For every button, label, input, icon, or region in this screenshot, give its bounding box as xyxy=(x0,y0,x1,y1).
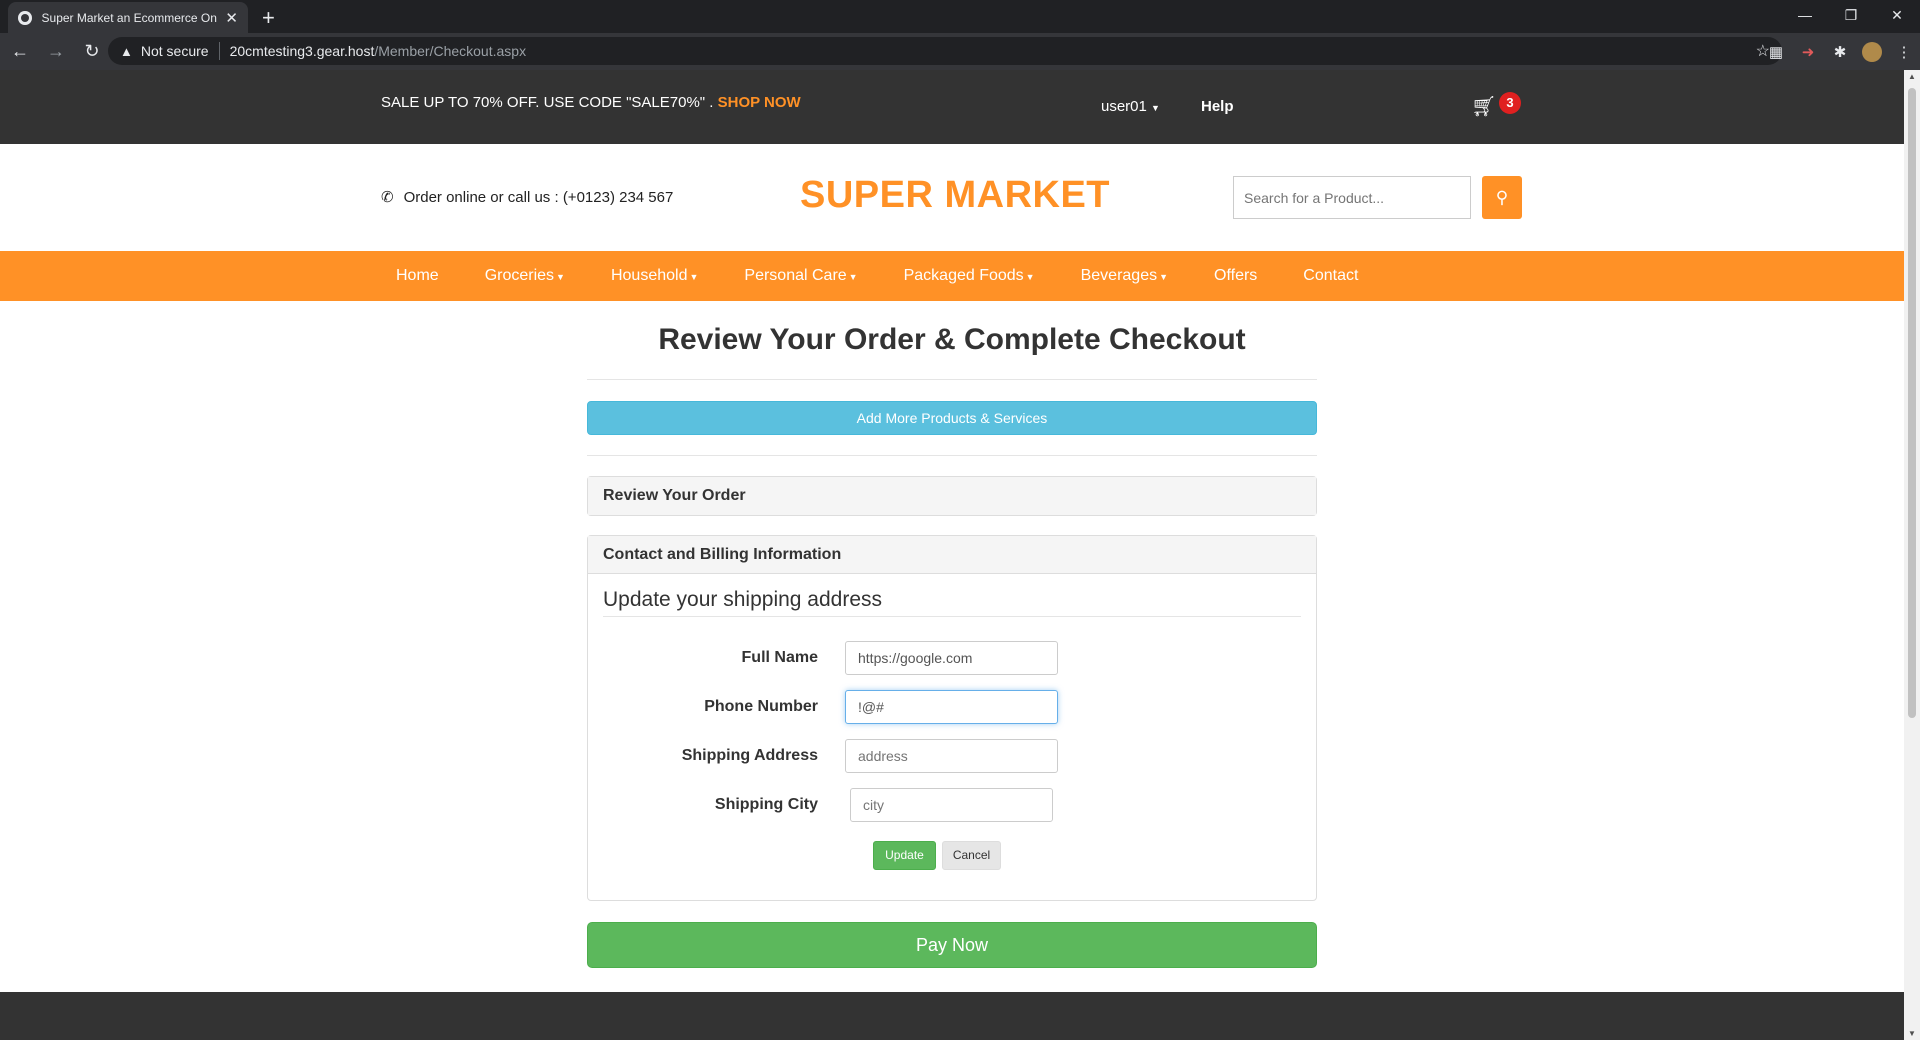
scroll-down-icon[interactable]: ▼ xyxy=(1904,1029,1920,1038)
phone-label: Phone Number xyxy=(704,698,818,715)
nav-label: Personal Care xyxy=(744,267,847,284)
nav-offers[interactable]: Offers xyxy=(1198,251,1273,301)
caret-down-icon: ▼ xyxy=(1025,272,1035,282)
sale-text: SALE UP TO 70% OFF. USE CODE "SALE70%" . xyxy=(381,94,718,111)
scroll-up-icon[interactable]: ▲ xyxy=(1904,72,1920,81)
extension-icon[interactable]: ➜ xyxy=(1792,43,1824,61)
extension-icon[interactable]: ▦ xyxy=(1760,43,1792,61)
nav-label: Offers xyxy=(1214,267,1258,284)
full-name-row: Full Name xyxy=(588,641,1318,675)
site-header: ✆ Order online or call us : (+0123) 234 5… xyxy=(0,144,1904,251)
phone-row: Phone Number xyxy=(588,690,1318,724)
page-title: Review Your Order & Complete Checkout xyxy=(658,323,1246,356)
nav-label: Groceries xyxy=(484,267,555,284)
nav-personal-care[interactable]: Personal Care ▼ xyxy=(728,251,873,301)
forward-icon[interactable]: → xyxy=(40,41,72,62)
divider xyxy=(587,379,1317,380)
url-path: /Member/Checkout.aspx xyxy=(374,43,527,59)
shipping-section-title: Update your shipping address xyxy=(603,588,1301,617)
nav-label: Packaged Foods xyxy=(903,267,1024,284)
nav-label: Beverages xyxy=(1080,267,1158,284)
cart-count-badge: 3 xyxy=(1499,92,1521,114)
extensions-area: ▦ ➜ ✱ ⋮ xyxy=(1760,33,1920,70)
scrollbar-thumb[interactable] xyxy=(1908,88,1916,718)
pay-now-button[interactable]: Pay Now xyxy=(587,922,1317,968)
warning-icon: ▲ xyxy=(120,43,133,59)
address-bar-row: ← → ↻ ▲ Not secure 20cmtesting3.gear.hos… xyxy=(0,33,1920,70)
user-dropdown[interactable]: user01 ▼ xyxy=(1101,98,1160,115)
help-link[interactable]: Help xyxy=(1201,98,1234,115)
caret-down-icon: ▼ xyxy=(848,272,858,282)
cart-icon: 🛒︎ xyxy=(1471,96,1497,118)
divider xyxy=(587,455,1317,456)
checkout-content: Review Your Order & Complete Checkout Ad… xyxy=(0,301,1904,981)
footer xyxy=(0,992,1904,1040)
address-label: Shipping Address xyxy=(681,747,818,764)
search-icon: ⚲ xyxy=(1495,188,1509,207)
caret-down-icon: ▼ xyxy=(689,272,699,282)
search-input[interactable] xyxy=(1233,176,1471,219)
close-window-icon[interactable]: ✕ xyxy=(1874,0,1920,33)
top-bar: SALE UP TO 70% OFF. USE CODE "SALE70%" .… xyxy=(0,70,1904,144)
url-bar[interactable]: ▲ Not secure 20cmtesting3.gear.host /Mem… xyxy=(108,37,1782,65)
divider xyxy=(218,42,220,60)
close-tab-icon[interactable]: ✕ xyxy=(225,9,238,27)
nav-contact[interactable]: Contact xyxy=(1287,251,1374,301)
address-row: Shipping Address xyxy=(588,739,1318,773)
site-logo[interactable]: SUPER MARKET xyxy=(800,174,1110,217)
update-button[interactable]: Update xyxy=(873,841,936,870)
caret-down-icon: ▼ xyxy=(1159,272,1169,282)
browser-tab-strip: Super Market an Ecommerce Onl ✕ + — ❐ ✕ xyxy=(0,0,1920,33)
full-name-label: Full Name xyxy=(741,649,818,666)
back-icon[interactable]: ← xyxy=(4,41,36,62)
nav-label: Household xyxy=(610,267,688,284)
nav-label: Contact xyxy=(1303,267,1359,284)
phone-icon: ✆ xyxy=(381,189,394,206)
main-nav: Home Groceries ▼ Household ▼ Personal Care… xyxy=(0,251,1904,301)
shop-now-link[interactable]: SHOP NOW xyxy=(718,94,801,111)
panel-heading[interactable]: Review Your Order xyxy=(588,477,1316,515)
add-more-products-button[interactable]: Add More Products & Services xyxy=(587,401,1317,435)
profile-avatar[interactable] xyxy=(1862,41,1882,62)
caret-down-icon: ▼ xyxy=(556,272,565,282)
scrollbar[interactable]: ▲ ▼ xyxy=(1904,70,1920,1040)
panel-heading[interactable]: Contact and Billing Information xyxy=(588,536,1316,574)
search-button[interactable]: ⚲ xyxy=(1482,176,1522,219)
phone-contact: ✆ Order online or call us : (+0123) 234 5… xyxy=(381,188,673,206)
cancel-button[interactable]: Cancel xyxy=(942,841,1001,870)
globe-icon xyxy=(18,10,32,25)
full-name-field[interactable] xyxy=(845,641,1058,675)
minimize-icon[interactable]: — xyxy=(1782,0,1828,33)
page-viewport: SALE UP TO 70% OFF. USE CODE "SALE70%" .… xyxy=(0,70,1904,1040)
nav-beverages[interactable]: Beverages ▼ xyxy=(1065,251,1184,301)
tab-title: Super Market an Ecommerce Onl xyxy=(41,10,218,25)
nav-household[interactable]: Household ▼ xyxy=(595,251,714,301)
city-label: Shipping City xyxy=(714,796,818,813)
city-row: Shipping City xyxy=(588,788,1318,822)
puzzle-icon[interactable]: ✱ xyxy=(1824,43,1856,61)
menu-icon[interactable]: ⋮ xyxy=(1888,43,1920,61)
caret-down-icon: ▼ xyxy=(1151,103,1160,113)
contact-billing-panel: Contact and Billing Information Update y… xyxy=(587,535,1317,901)
nav-packaged-foods[interactable]: Packaged Foods ▼ xyxy=(888,251,1051,301)
address-field[interactable] xyxy=(845,739,1058,773)
nav-label: Home xyxy=(396,267,439,284)
security-status: Not secure xyxy=(140,43,209,59)
review-order-panel[interactable]: Review Your Order xyxy=(587,476,1317,516)
window-controls: — ❐ ✕ xyxy=(1782,0,1920,33)
reload-icon[interactable]: ↻ xyxy=(76,41,108,62)
sale-banner: SALE UP TO 70% OFF. USE CODE "SALE70%" .… xyxy=(381,94,801,111)
restore-icon[interactable]: ❐ xyxy=(1828,0,1874,33)
user-name: user01 xyxy=(1101,98,1147,115)
nav-home[interactable]: Home xyxy=(380,251,455,301)
nav-groceries[interactable]: Groceries ▼ xyxy=(469,251,581,301)
new-tab-button[interactable]: + xyxy=(262,5,275,31)
phone-field[interactable] xyxy=(845,690,1058,724)
url-host: 20cmtesting3.gear.host xyxy=(229,43,375,59)
cart-button[interactable]: 🛒︎ 3 xyxy=(1471,92,1521,119)
browser-tab[interactable]: Super Market an Ecommerce Onl ✕ xyxy=(8,2,248,33)
phone-text: Order online or call us : (+0123) 234 56… xyxy=(403,189,674,206)
city-field[interactable] xyxy=(850,788,1053,822)
